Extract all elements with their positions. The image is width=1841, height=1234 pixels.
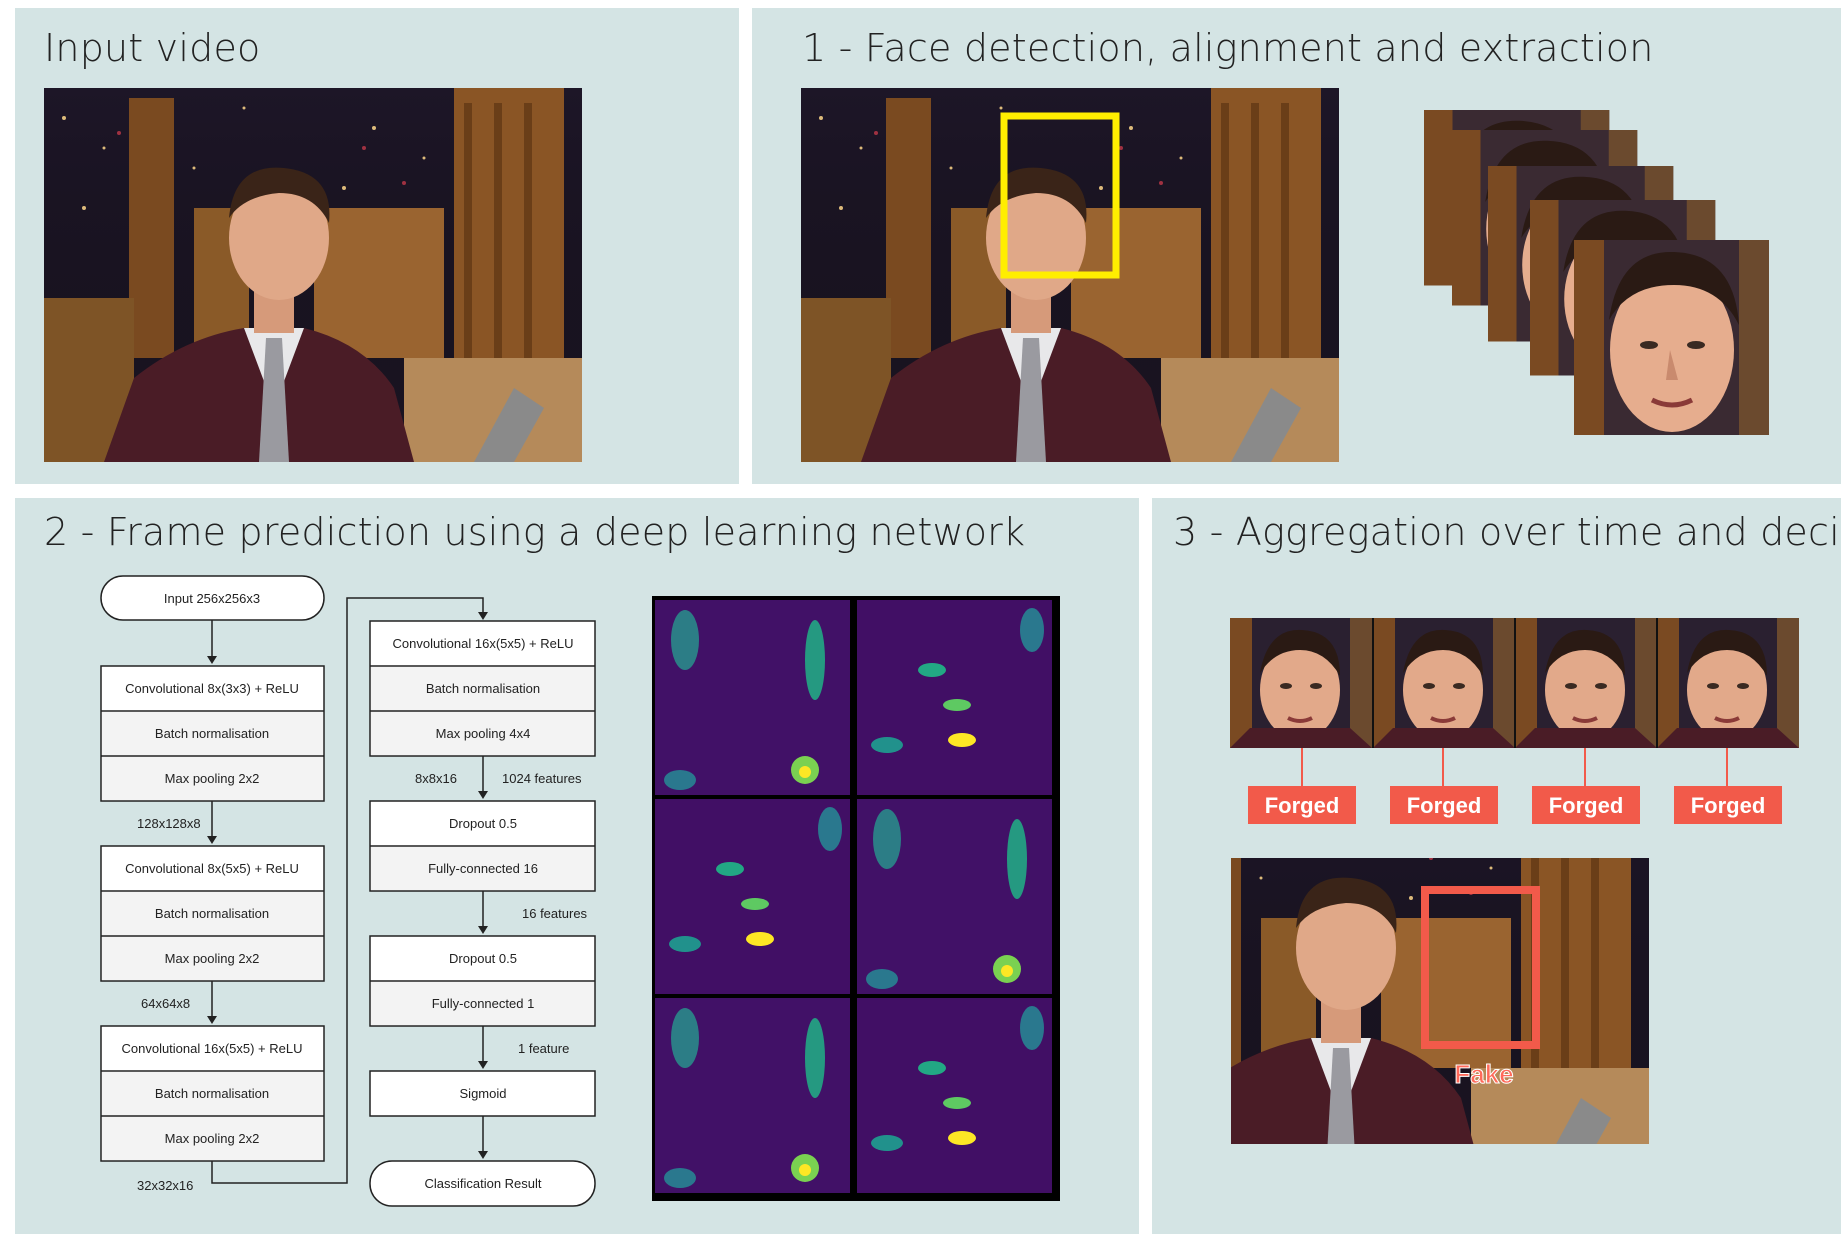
result-label: Classification Result (424, 1176, 541, 1191)
forged-label-4: Forged (1691, 793, 1766, 818)
block3-bn: Batch normalisation (155, 1086, 269, 1101)
block2-bn: Batch normalisation (155, 906, 269, 921)
edge3-label: 32x32x16 (137, 1178, 193, 1193)
edge1-label: 128x128x8 (137, 816, 201, 831)
block1-bn: Batch normalisation (155, 726, 269, 741)
block4-conv: Convolutional 16x(5x5) + ReLU (392, 636, 573, 651)
decision-video-frame (1231, 858, 1649, 1144)
edge4-left-label: 8x8x16 (415, 771, 457, 786)
forged-labels: Forged Forged Forged Forged (1248, 786, 1782, 824)
block3-conv: Convolutional 16x(5x5) + ReLU (121, 1041, 302, 1056)
block6-fc: Fully-connected 1 (432, 996, 535, 1011)
forged-connectors (1301, 748, 1728, 786)
forged-label-2: Forged (1407, 793, 1482, 818)
block3-pool: Max pooling 2x2 (165, 1131, 260, 1146)
extracted-faces-stack (1424, 110, 1769, 435)
edge5-label: 16 features (522, 906, 588, 921)
network-flowchart (100, 575, 596, 1207)
fake-decision-label: Fake (1454, 1059, 1513, 1089)
input-label: Input 256x256x3 (164, 591, 260, 606)
block5-fc: Fully-connected 16 (428, 861, 538, 876)
block2-pool: Max pooling 2x2 (165, 951, 260, 966)
block6-dropout: Dropout 0.5 (449, 951, 517, 966)
block4-bn: Batch normalisation (426, 681, 540, 696)
edge2-label: 64x64x8 (141, 996, 190, 1011)
block1-pool: Max pooling 2x2 (165, 771, 260, 786)
forged-label-3: Forged (1549, 793, 1624, 818)
edge4-right-label: 1024 features (502, 771, 582, 786)
feature-heatmaps (652, 596, 1060, 1201)
forged-label-1: Forged (1265, 793, 1340, 818)
diagram-canvas: Input 256x256x3 Convolutional 8x(3x3) + … (44, 88, 1801, 1207)
edge6-label: 1 feature (518, 1041, 569, 1056)
block1-conv: Convolutional 8x(3x3) + ReLU (125, 681, 299, 696)
block2-conv: Convolutional 8x(5x5) + ReLU (125, 861, 299, 876)
sigmoid-label: Sigmoid (460, 1086, 507, 1101)
block4-pool: Max pooling 4x4 (436, 726, 531, 741)
block5-dropout: Dropout 0.5 (449, 816, 517, 831)
aggregation-frames (1228, 616, 1801, 750)
input-video-frame (44, 88, 582, 462)
